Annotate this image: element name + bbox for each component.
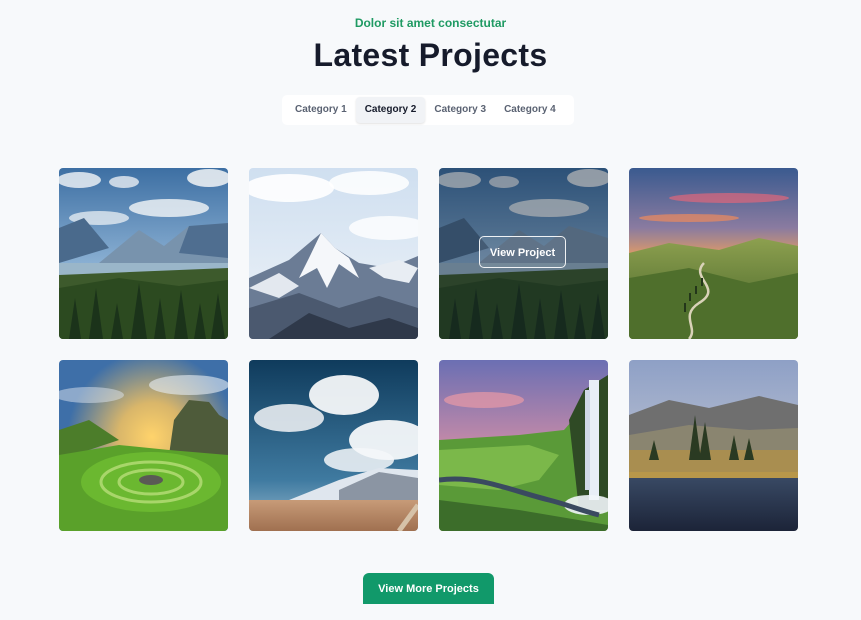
section-title: Latest Projects xyxy=(313,37,548,73)
waterfall-image xyxy=(439,360,608,531)
project-tile-6[interactable] xyxy=(249,360,418,531)
tab-category-3[interactable]: Category 3 xyxy=(425,97,495,123)
view-project-button[interactable]: View Project xyxy=(479,236,566,268)
project-tile-4[interactable] xyxy=(629,168,798,339)
snowy-peak-image xyxy=(249,168,418,339)
project-tile-7[interactable] xyxy=(439,360,608,531)
mountain-valley-image xyxy=(59,168,228,339)
project-tile-1[interactable] xyxy=(59,168,228,339)
project-tile-3[interactable]: View Project xyxy=(439,168,608,339)
lake-trees-image xyxy=(629,360,798,531)
clouds-desert-image xyxy=(249,360,418,531)
section-eyebrow: Dolor sit amet consectutar xyxy=(354,16,507,30)
view-more-projects-button[interactable]: View More Projects xyxy=(363,573,494,604)
tab-category-4[interactable]: Category 4 xyxy=(495,97,565,123)
sunset-hills-image xyxy=(629,168,798,339)
project-tile-2[interactable] xyxy=(249,168,418,339)
project-tile-8[interactable] xyxy=(629,360,798,531)
category-tabs: Category 1 Category 2 Category 3 Categor… xyxy=(282,95,574,125)
project-tile-5[interactable] xyxy=(59,360,228,531)
tab-category-2[interactable]: Category 2 xyxy=(355,97,426,123)
green-valley-image xyxy=(59,360,228,531)
tab-category-1[interactable]: Category 1 xyxy=(286,97,356,123)
